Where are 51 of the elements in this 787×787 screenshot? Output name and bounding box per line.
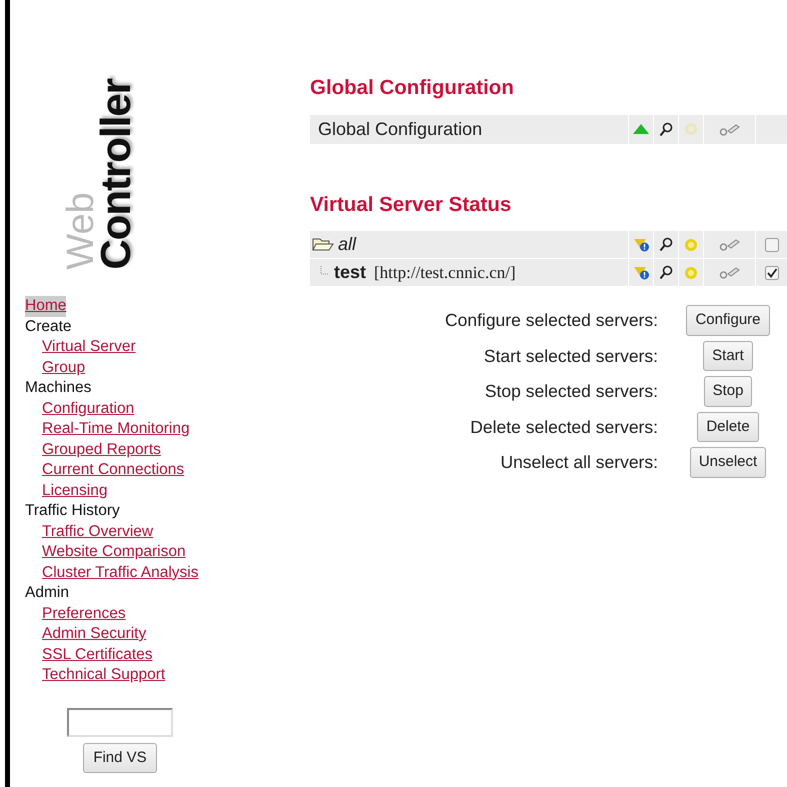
- action-button[interactable]: Configure: [686, 305, 770, 336]
- nav-link-item[interactable]: Website Comparison: [42, 542, 186, 562]
- search-field[interactable]: [67, 708, 173, 736]
- action-button[interactable]: Delete: [697, 412, 759, 442]
- nav-link-item[interactable]: Home: [25, 296, 66, 316]
- server-group-name[interactable]: all: [338, 231, 356, 258]
- folder-icon[interactable]: [312, 237, 334, 252]
- nav-link-item[interactable]: Virtual Server: [42, 337, 136, 358]
- action-button[interactable]: Unselect: [690, 447, 766, 478]
- wrench-icon[interactable]: [718, 122, 740, 137]
- checkbox[interactable]: [764, 238, 778, 252]
- nav-heading: Create: [25, 316, 72, 336]
- nav-link-item[interactable]: Preferences: [42, 604, 126, 624]
- row-label: Global Configuration: [317, 118, 484, 141]
- nav-heading: Machines: [25, 378, 92, 398]
- wrench-icon[interactable]: [718, 237, 740, 252]
- section-heading: Virtual Server Status: [310, 192, 512, 218]
- find-button[interactable]: Find VS: [83, 742, 157, 773]
- server-url: [http://test.cnnic.cn/]: [374, 262, 516, 284]
- nav-link-item[interactable]: Licensing: [42, 480, 108, 501]
- operation-label: Unselect all servers:: [499, 451, 658, 474]
- operation-label: Configure selected servers:: [444, 309, 658, 332]
- action-button[interactable]: Start: [703, 340, 753, 372]
- logo-title: Controller: [96, 79, 136, 270]
- warning-icon[interactable]: [632, 237, 650, 252]
- operation-label: Delete selected servers:: [469, 416, 658, 439]
- nav-link-item[interactable]: Group: [42, 358, 86, 378]
- triangle-icon[interactable]: [632, 123, 650, 136]
- wrench-icon[interactable]: [718, 265, 740, 280]
- server-name[interactable]: test: [334, 259, 366, 286]
- warning-icon[interactable]: [632, 265, 650, 280]
- search-icon[interactable]: [659, 265, 673, 280]
- checkbox[interactable]: [764, 266, 778, 280]
- operation-label: Start selected servers:: [482, 344, 658, 368]
- section-heading: Global Configuration: [310, 76, 515, 101]
- nav-link-item[interactable]: Admin Security: [42, 624, 146, 644]
- nav-link-item[interactable]: Grouped Reports: [42, 440, 161, 460]
- action-button[interactable]: Stop: [704, 376, 752, 407]
- nav-heading: Admin: [25, 583, 69, 603]
- nav-heading: Traffic History: [25, 501, 120, 521]
- nav-link-item[interactable]: Current Connections: [42, 460, 184, 480]
- search-icon[interactable]: [659, 122, 673, 137]
- nav-link-item[interactable]: Real-Time Monitoring: [42, 419, 190, 440]
- logo-subtitle: Web: [66, 192, 96, 270]
- operation-label: Stop selected servers:: [484, 380, 658, 404]
- nav-link-item[interactable]: SSL Certificates: [42, 644, 153, 665]
- nav-link-item[interactable]: Cluster Traffic Analysis: [42, 562, 198, 583]
- search-icon[interactable]: [659, 237, 673, 252]
- nav-link-item[interactable]: Configuration: [42, 398, 134, 419]
- nav-link-item[interactable]: Technical Support: [42, 665, 166, 686]
- nav-link-item[interactable]: Traffic Overview: [42, 522, 154, 542]
